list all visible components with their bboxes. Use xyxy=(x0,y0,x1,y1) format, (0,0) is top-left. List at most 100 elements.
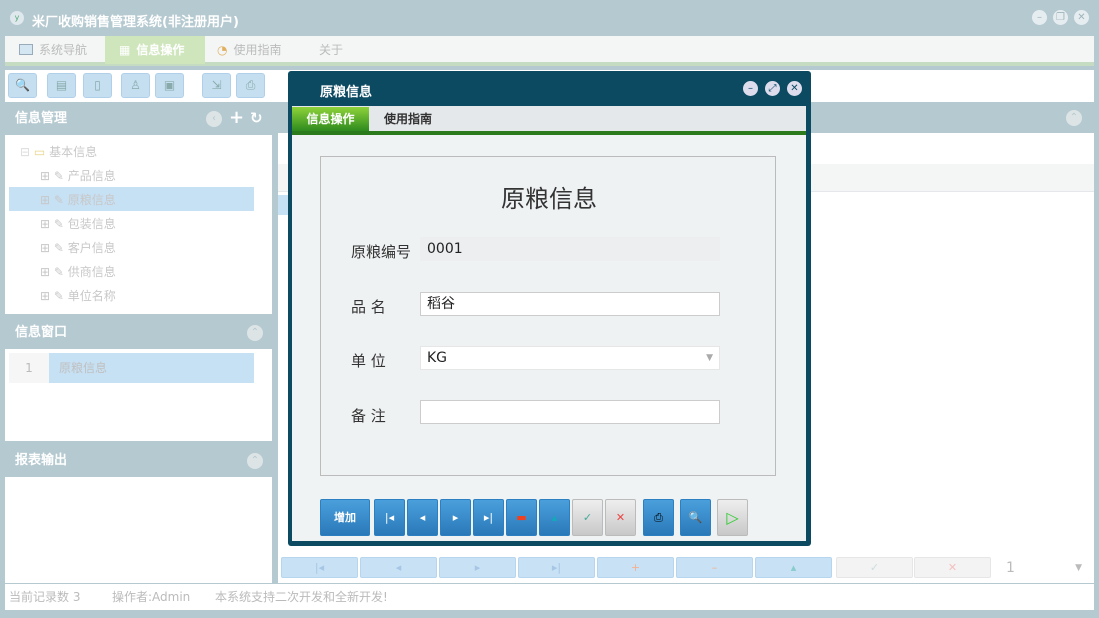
collapse-left-icon[interactable]: ‹ xyxy=(206,111,222,127)
row-name: 原粮信息 xyxy=(59,361,108,375)
tree-item[interactable]: ⊞ ✎ 客户信息 xyxy=(40,236,116,260)
print-icon[interactable]: ⎙ xyxy=(643,499,674,536)
code-field: 0001 xyxy=(420,237,720,261)
menu-label: 系统导航 xyxy=(39,43,88,57)
menu-label: 使用指南 xyxy=(233,43,282,57)
dialog-body: 信息操作 使用指南 原粮信息 原粮编号 0001 品 名 稻谷 单 位 KG ▼ … xyxy=(292,106,806,541)
tree-item[interactable]: ⊞ ✎ 供商信息 xyxy=(40,260,116,284)
close-icon[interactable]: ✕ xyxy=(787,81,802,96)
menu-guide[interactable]: ◔ 使用指南 xyxy=(217,36,312,64)
import-icon[interactable]: ⇲ xyxy=(202,73,231,98)
menu-system-nav[interactable]: 系统导航 xyxy=(15,36,110,64)
tree: ⊟ ▭ 基本信息 ⊞ ✎ 产品信息 ⊞ ✎ 原粮信息 ⊞ ✎ 包装信息 ⊞ ✎ … xyxy=(5,135,272,314)
tree-label: 单位名称 xyxy=(67,289,116,303)
info-window-panel: 信息窗口 ⌃ 1 原粮信息 xyxy=(5,317,272,441)
delete-button[interactable]: ▬ xyxy=(506,499,537,536)
form-title: 原粮信息 xyxy=(501,185,597,213)
user-icon[interactable]: ♙ xyxy=(121,73,150,98)
last-page-button[interactable]: ▸| xyxy=(518,557,595,578)
panel-title: 报表输出 xyxy=(15,453,68,468)
tree-label: 原粮信息 xyxy=(67,193,116,207)
tool-icon: ✎ xyxy=(53,265,64,279)
delete-record-button[interactable]: – xyxy=(676,557,753,578)
refresh-icon[interactable]: ↻ xyxy=(250,109,263,127)
document-icon[interactable]: ▯ xyxy=(83,73,112,98)
confirm-button[interactable]: ✓ xyxy=(836,557,913,578)
maximize-icon[interactable]: ⤢ xyxy=(765,81,780,96)
folder-icon: ▭ xyxy=(33,145,46,159)
next-page-button[interactable]: ▸ xyxy=(439,557,516,578)
tree-label: 基本信息 xyxy=(49,145,98,159)
tree-item[interactable]: ⊞ ✎ 单位名称 xyxy=(40,284,116,308)
name-field[interactable]: 稻谷 xyxy=(420,292,720,316)
remark-field[interactable] xyxy=(420,400,720,424)
chevron-down-icon: ▼ xyxy=(1075,563,1082,573)
preview-icon[interactable]: 🔍 xyxy=(680,499,711,536)
menu-label: 关于 xyxy=(319,43,344,57)
tree-root[interactable]: ⊟ ▭ 基本信息 xyxy=(20,140,97,164)
grid-icon: ▦ xyxy=(119,43,131,57)
save-button[interactable]: ✓ xyxy=(572,499,603,536)
tool-icon: ✎ xyxy=(53,217,64,231)
next-record-button[interactable]: ▸ xyxy=(440,499,471,536)
menu-about[interactable]: 关于 xyxy=(319,36,359,64)
first-page-button[interactable]: |◂ xyxy=(281,557,358,578)
tree-item-selected[interactable]: ⊞ ✎ 原粮信息 xyxy=(40,188,116,212)
add-button[interactable]: 增加 xyxy=(320,499,370,536)
run-icon[interactable]: ▷ xyxy=(717,499,748,536)
menu-bar: 系统导航 ▦ 信息操作 ◔ 使用指南 关于 xyxy=(5,36,1094,66)
window-row[interactable]: 1 原粮信息 xyxy=(9,353,254,383)
grid-selected-row xyxy=(278,195,288,215)
unit-select[interactable]: KG ▼ xyxy=(420,346,720,370)
tree-item[interactable]: ⊞ ✎ 包装信息 xyxy=(40,212,116,236)
restore-icon[interactable]: ❐ xyxy=(1053,10,1068,25)
search-icon[interactable]: 🔍 xyxy=(8,73,37,98)
menu-info-ops[interactable]: ▦ 信息操作 xyxy=(105,36,205,64)
page-value: 1 xyxy=(1006,560,1015,576)
panel-header: 信息窗口 xyxy=(5,317,272,349)
page-select[interactable]: 1 ▼ xyxy=(998,557,1088,579)
collapse-up-icon[interactable]: ⌃ xyxy=(247,325,263,341)
info-mgmt-panel: 信息管理 ‹ + ↻ ⊟ ▭ 基本信息 ⊞ ✎ 产品信息 ⊞ ✎ 原粮信息 ⊞ … xyxy=(5,103,272,314)
window-icon[interactable]: ▣ xyxy=(155,73,184,98)
unit-value: KG xyxy=(427,350,448,366)
operator: 操作者:Admin xyxy=(112,590,191,604)
collapse-up-icon[interactable]: ⌃ xyxy=(247,453,263,469)
add-record-button[interactable]: + xyxy=(597,557,674,578)
collapse-icon: ⊟ xyxy=(20,145,31,159)
tool-icon: ✎ xyxy=(53,169,64,183)
grain-form: 原粮信息 原粮编号 0001 品 名 稻谷 单 位 KG ▼ 备 注 xyxy=(320,156,776,476)
prev-page-button[interactable]: ◂ xyxy=(360,557,437,578)
tree-label: 客户信息 xyxy=(67,241,116,255)
tree-item[interactable]: ⊞ ✎ 产品信息 xyxy=(40,164,116,188)
cancel-button[interactable]: ✕ xyxy=(914,557,991,578)
tool-icon: ✎ xyxy=(53,289,64,303)
monitor-icon xyxy=(19,44,33,55)
code-label: 原粮编号 xyxy=(351,243,412,261)
collapse-up-icon[interactable]: ⌃ xyxy=(1066,110,1082,126)
close-icon[interactable]: ✕ xyxy=(1074,10,1089,25)
edit-record-button[interactable]: ▴ xyxy=(755,557,832,578)
minimize-icon[interactable]: – xyxy=(1032,10,1047,25)
panel-title: 信息管理 xyxy=(15,111,68,126)
panel-header: 报表输出 xyxy=(5,445,272,477)
minimize-icon[interactable]: – xyxy=(743,81,758,96)
print-icon[interactable]: ⎙ xyxy=(236,73,265,98)
edit-button[interactable]: ▴ xyxy=(539,499,570,536)
list-icon[interactable]: ▤ xyxy=(47,73,76,98)
clock-icon: ◔ xyxy=(217,43,228,57)
add-icon[interactable]: + xyxy=(229,107,244,128)
last-record-button[interactable]: ▸| xyxy=(473,499,504,536)
status-note: 本系统支持二次开发和全新开发! xyxy=(215,590,388,604)
tab-info-ops[interactable]: 信息操作 xyxy=(292,107,369,131)
tab-guide[interactable]: 使用指南 xyxy=(384,107,432,131)
cancel-button[interactable]: ✕ xyxy=(605,499,636,536)
tree-label: 产品信息 xyxy=(67,169,116,183)
panel-title: 信息窗口 xyxy=(15,325,68,340)
prev-record-button[interactable]: ◂ xyxy=(407,499,438,536)
record-count: 当前记录数 3 xyxy=(9,590,81,604)
app-title: 米厂收购销售管理系统(非注册用户) xyxy=(32,15,239,30)
app-logo-icon: y xyxy=(10,11,24,25)
first-record-button[interactable]: |◂ xyxy=(374,499,405,536)
menu-label: 信息操作 xyxy=(136,43,185,57)
